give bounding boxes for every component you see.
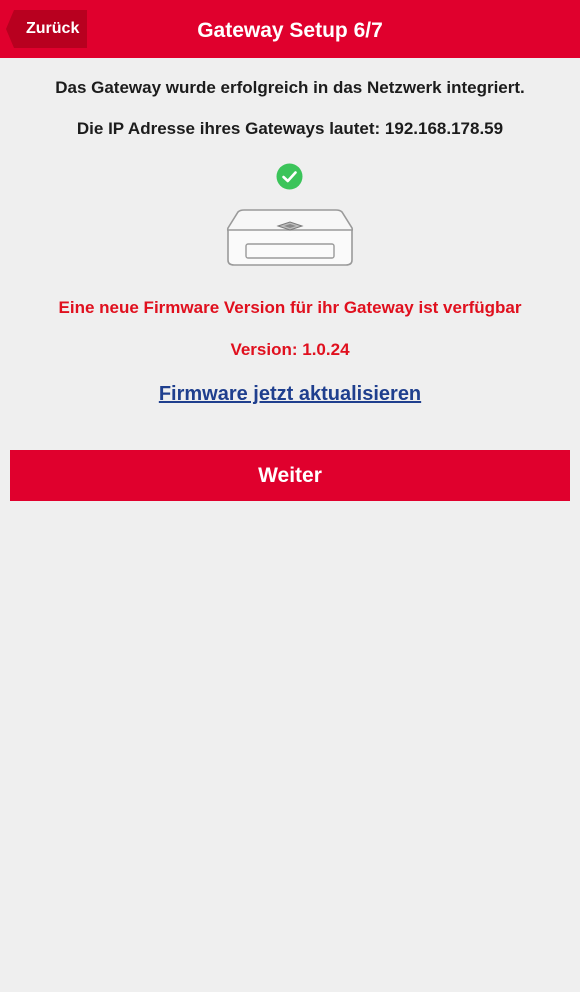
app-header: Zurück Gateway Setup 6/7	[0, 0, 580, 58]
check-circle-icon	[276, 163, 303, 190]
success-message: Das Gateway wurde erfolgreich in das Net…	[55, 78, 525, 97]
page-title: Gateway Setup 6/7	[197, 19, 383, 42]
back-button-label: Zurück	[26, 20, 80, 37]
back-button[interactable]: Zurück	[6, 10, 87, 48]
ip-address-message: Die IP Adresse ihres Gateways lautet: 19…	[76, 119, 504, 138]
firmware-version: Version: 1.0.24	[230, 340, 350, 359]
firmware-notice: Eine neue Firmware Version für ihr Gatew…	[58, 298, 522, 317]
next-button[interactable]: Weiter	[10, 450, 570, 501]
gateway-device-image	[226, 209, 354, 266]
update-firmware-link[interactable]: Firmware jetzt aktualisieren	[0, 383, 580, 406]
